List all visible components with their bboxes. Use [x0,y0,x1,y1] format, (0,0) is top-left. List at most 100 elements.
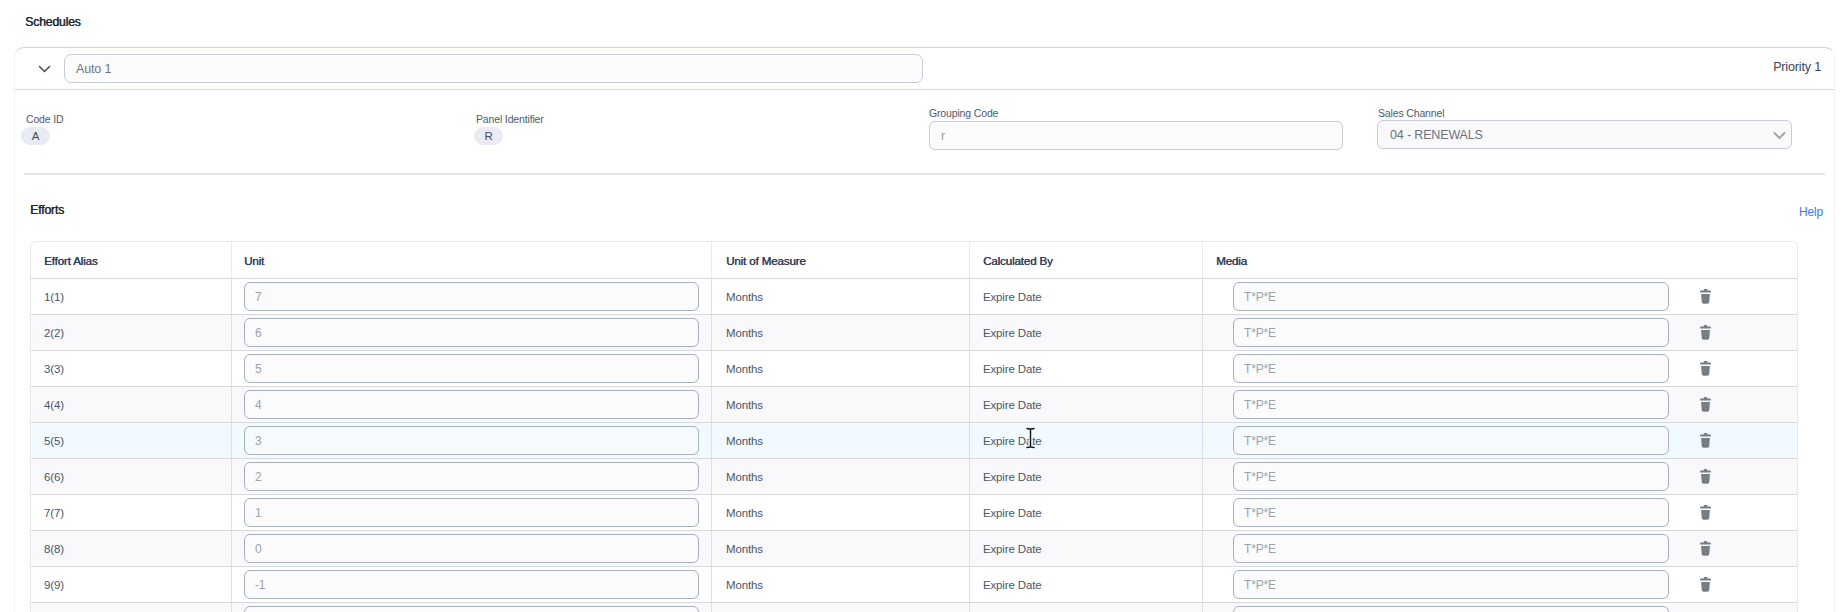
cell-unit [232,315,712,350]
cell-effort-alias: 3(3) [31,351,232,386]
trash-icon[interactable] [1699,397,1712,412]
trash-icon[interactable] [1699,361,1712,376]
cell-unit-of-measure: Months [712,351,970,386]
unit-input[interactable] [244,534,699,563]
cell-calculated-by: Expire Date [970,495,1203,530]
grouping-code-input[interactable] [929,121,1343,150]
table-row: 2(2)MonthsExpire Date [31,315,1797,351]
cell-media [1203,495,1797,530]
cell-unit-of-measure [712,603,970,612]
cell-effort-alias: 5(5) [31,423,232,458]
cell-media [1203,567,1797,602]
efforts-title: Efforts [30,203,64,217]
efforts-table-body: 1(1)MonthsExpire Date2(2)MonthsExpire Da… [31,279,1797,612]
cell-media [1203,315,1797,350]
sales-channel-value: 04 - RENEWALS [1390,128,1483,142]
cell-effort-alias: 8(8) [31,531,232,566]
cell-media [1203,531,1797,566]
efforts-table-header: Effort Alias Unit Unit of Measure Calcul… [31,242,1797,279]
priority-label: Priority 1 [1773,48,1821,86]
cell-effort-alias: 6(6) [31,459,232,494]
grouping-code-label: Grouping Code [929,107,998,119]
schedule-card: Priority 1 Code ID A Panel Identifier R … [14,47,1835,612]
chevron-down-icon [1773,132,1786,140]
trash-icon[interactable] [1699,505,1712,520]
trash-icon[interactable] [1699,469,1712,484]
section-divider [24,173,1825,175]
cell-unit [232,387,712,422]
cell-unit [232,423,712,458]
trash-icon[interactable] [1699,325,1712,340]
schedule-name-input[interactable] [64,54,923,83]
table-row: 8(8) MonthsExpire Date [31,531,1797,567]
cell-calculated-by: Expire Date [970,531,1203,566]
media-input[interactable] [1233,498,1669,527]
trash-icon[interactable] [1699,289,1712,304]
media-input[interactable] [1233,282,1669,311]
unit-input[interactable] [244,390,699,419]
cell-effort-alias: 2(2) [31,315,232,350]
table-row: 9(9) MonthsExpire Date [31,567,1797,603]
cell-calculated-by [970,603,1203,612]
unit-input[interactable] [244,498,699,527]
cell-unit-of-measure: Months [712,531,970,566]
table-row: 6(6) MonthsExpire Date [31,459,1797,495]
chevron-down-icon [38,65,51,73]
cell-calculated-by: Expire Date [970,351,1203,386]
table-row: 4(4) MonthsExpire Date [31,387,1797,423]
media-input[interactable] [1233,462,1669,491]
table-row: 3(3) MonthsExpire Date [31,351,1797,387]
help-link[interactable]: Help [1799,205,1823,219]
cell-calculated-by: Expire Date [970,459,1203,494]
trash-icon[interactable] [1699,577,1712,592]
unit-input[interactable] [244,426,699,455]
column-header-effort-alias: Effort Alias [31,242,232,278]
cell-media [1203,423,1797,458]
cell-calculated-by: Expire Date [970,279,1203,314]
unit-input[interactable] [244,282,699,311]
cell-unit-of-measure: Months [712,495,970,530]
efforts-table: Effort Alias Unit Unit of Measure Calcul… [30,241,1798,612]
unit-input[interactable] [244,570,699,599]
cell-media [1203,351,1797,386]
cell-effort-alias: 4(4) [31,387,232,422]
cell-unit [232,495,712,530]
unit-input[interactable] [244,462,699,491]
media-input[interactable] [1233,318,1669,347]
table-row: 1(1)MonthsExpire Date [31,279,1797,315]
cell-calculated-by: Expire Date [970,423,1203,458]
media-input[interactable] [1233,354,1669,383]
unit-input[interactable] [244,606,699,612]
unit-input[interactable] [244,354,699,383]
cell-unit [232,459,712,494]
cell-calculated-by: Expire Date [970,567,1203,602]
media-input[interactable] [1233,390,1669,419]
cell-unit-of-measure: Months [712,459,970,494]
trash-icon[interactable] [1699,541,1712,556]
sales-channel-select[interactable]: 04 - RENEWALS [1377,120,1792,149]
media-input[interactable] [1233,570,1669,599]
panel-identifier-badge: R [474,127,503,145]
cell-calculated-by: Expire Date [970,387,1203,422]
table-row: 5(5) MonthsExpire Date [31,423,1797,459]
panel-identifier-label: Panel Identifier [476,113,544,125]
cell-media [1203,279,1797,314]
table-row: 7(7) MonthsExpire Date [31,495,1797,531]
page-title: Schedules [25,15,81,29]
schedule-toolbar: Priority 1 [15,48,1834,90]
media-input[interactable] [1233,426,1669,455]
media-input[interactable] [1233,534,1669,563]
cell-effort-alias: 7(7) [31,495,232,530]
cell-unit [232,279,712,314]
media-input[interactable] [1233,606,1669,612]
code-id-label: Code ID [26,113,63,125]
cell-effort-alias: 9(9) [31,567,232,602]
cell-unit-of-measure: Months [712,387,970,422]
unit-input[interactable] [244,318,699,347]
expand-schedule-button[interactable] [35,61,53,77]
cell-unit-of-measure: Months [712,567,970,602]
cell-media [1203,603,1797,612]
cell-unit-of-measure: Months [712,423,970,458]
trash-icon[interactable] [1699,433,1712,448]
cell-unit-of-measure: Months [712,315,970,350]
